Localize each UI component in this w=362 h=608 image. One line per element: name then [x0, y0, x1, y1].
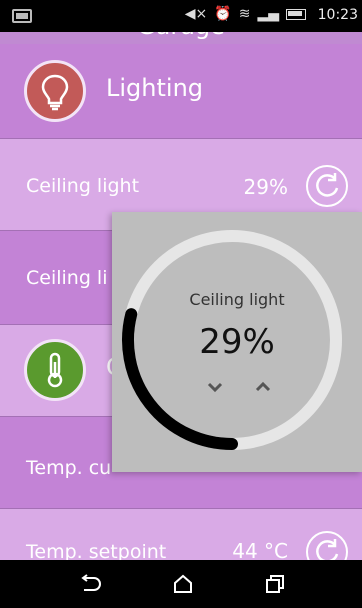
signal-icon: ▂▄	[257, 6, 279, 22]
notification-icon	[12, 9, 32, 23]
item-label: Ceiling li	[26, 267, 108, 289]
chevron-down-icon[interactable]	[206, 380, 224, 394]
home-icon[interactable]	[170, 572, 196, 596]
thermometer-icon	[24, 339, 86, 401]
popup-title: Ceiling light	[189, 290, 285, 309]
status-time: 10:23	[317, 7, 358, 23]
navigation-bar	[0, 560, 362, 608]
dimmer-popup[interactable]: Ceiling light 29%	[112, 212, 362, 472]
status-icons: ◀× ⏰ ≋ ▂▄	[185, 6, 306, 22]
section-header-lighting[interactable]: Lighting	[0, 44, 362, 139]
alarm-icon: ⏰	[214, 6, 232, 22]
mute-icon: ◀×	[184, 6, 208, 22]
item-value: 29%	[243, 175, 288, 199]
item-label: Ceiling light	[26, 175, 140, 197]
battery-icon	[286, 8, 306, 20]
section-header-label: Lighting	[106, 74, 204, 102]
chevron-up-icon[interactable]	[254, 380, 272, 394]
back-icon[interactable]	[76, 572, 102, 596]
wifi-icon: ≋	[238, 6, 251, 22]
item-label: Temp. cu	[26, 457, 112, 479]
recent-apps-icon[interactable]	[262, 572, 288, 596]
lightbulb-icon	[24, 60, 86, 122]
popup-value: 29%	[199, 322, 275, 362]
refresh-button[interactable]	[306, 165, 348, 207]
status-bar: ◀× ⏰ ≋ ▂▄ 10:23	[0, 0, 362, 32]
